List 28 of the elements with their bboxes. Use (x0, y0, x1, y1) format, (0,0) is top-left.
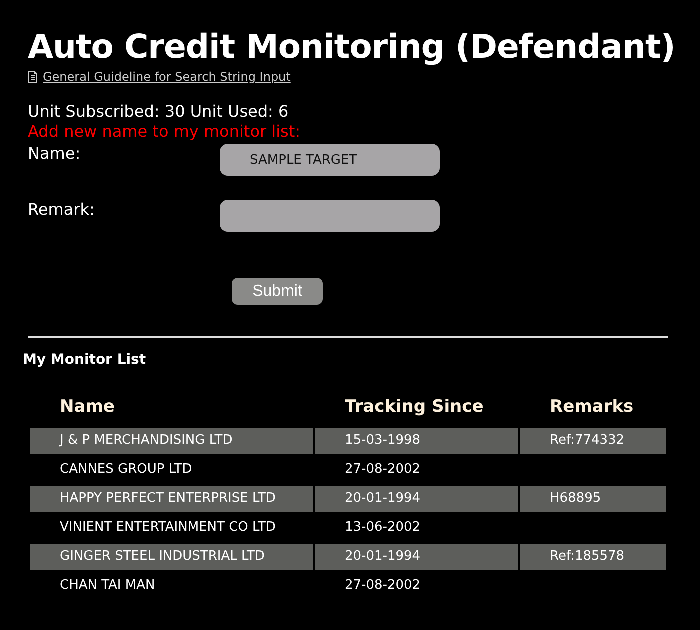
units-text: Unit Subscribed: 30 Unit Used: 6 (28, 102, 290, 122)
table-cell-text: 13-06-2002 (344, 519, 422, 537)
column-header: Name (59, 396, 116, 419)
table-cell-text: 27-08-2002 (344, 577, 422, 595)
table-cell-text: CANNES GROUP LTD (59, 461, 194, 479)
table-cell-text: 27-08-2002 (344, 461, 422, 479)
table-cell: H68895 (520, 486, 666, 512)
section-heading: My Monitor List (23, 352, 148, 368)
table-cell: Ref:774332 (520, 428, 666, 454)
table-cell: 20-01-1994 (315, 486, 518, 512)
add-prompt: Add new name to my monitor list: (28, 122, 302, 142)
table-cell: GINGER STEEL INDUSTRIAL LTD (30, 544, 313, 570)
guideline-link[interactable]: General Guideline for Search String Input (43, 70, 291, 84)
document-icon (28, 71, 38, 83)
table-cell: 15-03-1998 (315, 428, 518, 454)
table-cell-text: VINIENT ENTERTAINMENT CO LTD (59, 519, 277, 537)
remark-label: Remark: (28, 200, 96, 220)
table-cell: HAPPY PERFECT ENTERPRISE LTD (30, 486, 313, 512)
remark-field[interactable] (220, 200, 440, 232)
page-title: Auto Credit Monitoring (Defendant) (28, 26, 676, 68)
table-cell: Ref:185578 (520, 544, 666, 570)
column-header: Remarks (549, 396, 635, 419)
table-cell: J & P MERCHANDISING LTD (30, 428, 313, 454)
name-label: Name: (28, 144, 82, 164)
table-cell-text: CHAN TAI MAN (59, 577, 156, 595)
column-header: Tracking Since (344, 396, 485, 419)
name-field[interactable]: SAMPLE TARGET (220, 144, 440, 176)
table-cell: 20-01-1994 (315, 544, 518, 570)
